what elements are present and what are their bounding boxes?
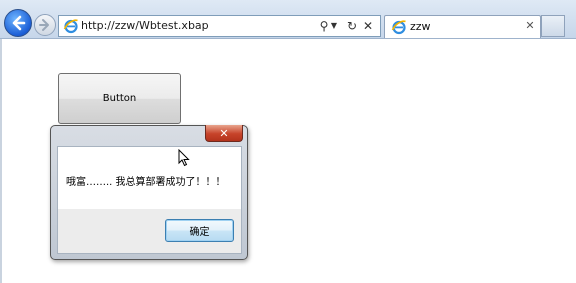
page-button[interactable]: Button bbox=[58, 73, 181, 124]
close-icon[interactable]: ✕ bbox=[361, 18, 375, 34]
back-button[interactable] bbox=[4, 9, 32, 37]
forward-arrow-icon bbox=[39, 19, 49, 31]
message-text: 哦富…….. 我总算部署成功了！！！ bbox=[66, 177, 226, 188]
tab-title: zzw bbox=[410, 20, 431, 33]
tab-zzw[interactable]: zzw ✕ bbox=[384, 15, 541, 38]
page-left-border bbox=[0, 39, 2, 283]
browser-window: http://zzw/Wbtest.xbap ⚲ ▼ ↻ ✕ zzw ✕ But… bbox=[0, 0, 576, 283]
forward-button[interactable] bbox=[34, 14, 56, 36]
ie-logo-icon bbox=[391, 20, 406, 35]
back-arrow-icon bbox=[12, 15, 26, 31]
new-tab-button[interactable] bbox=[541, 15, 565, 37]
address-bar[interactable]: http://zzw/Wbtest.xbap ⚲ ▼ ↻ ✕ bbox=[58, 15, 381, 37]
address-url[interactable]: http://zzw/Wbtest.xbap bbox=[81, 19, 209, 32]
chevron-down-icon[interactable]: ▼ bbox=[327, 18, 341, 34]
refresh-icon[interactable]: ↻ bbox=[345, 18, 359, 34]
tab-close-icon[interactable]: ✕ bbox=[524, 19, 536, 33]
mouse-pointer-icon bbox=[178, 149, 190, 167]
ie-logo-icon bbox=[63, 19, 78, 34]
message-box-close-button[interactable]: ✕ bbox=[205, 125, 243, 142]
ok-button[interactable]: 确定 bbox=[165, 219, 234, 242]
